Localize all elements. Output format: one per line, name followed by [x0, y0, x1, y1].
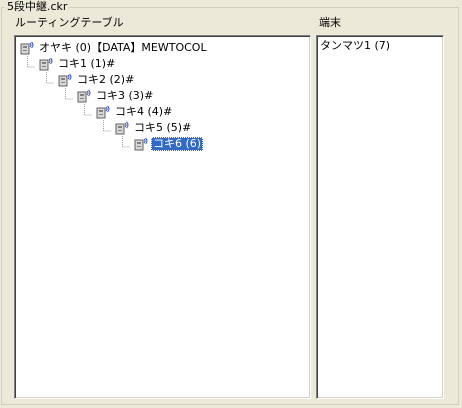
tree-node-label-selected: コキ6 (6): [151, 137, 204, 151]
tree-node-koki5[interactable]: コキ5 (5)#: [115, 120, 193, 136]
tree-node-oyaki[interactable]: オヤキ (0)【DATA】MEWTOCOL: [20, 40, 209, 56]
tree-node-koki1[interactable]: コキ1 (1)#: [39, 56, 117, 72]
network-node-icon: [39, 57, 53, 71]
tree-node-koki2[interactable]: コキ2 (2)#: [58, 72, 136, 88]
network-node-icon: [96, 105, 110, 119]
terminal-list[interactable]: タンマツ1 (7): [316, 35, 444, 399]
network-node-icon: [115, 121, 129, 135]
routing-table-label: ルーティングテーブル: [15, 16, 124, 29]
group-title: 5段中継.ckr: [5, 0, 70, 14]
dialog-frame: 5段中継.ckr ルーティングテーブル 端末 オヤキ (0)【DATA】MEWT…: [0, 0, 462, 408]
network-node-icon: [20, 41, 34, 55]
tree-node-label: コキ5 (5)#: [134, 121, 192, 134]
tree-node-label: コキ3 (3)#: [96, 89, 154, 102]
terminal-list-item[interactable]: タンマツ1 (7): [320, 39, 390, 53]
tree-node-koki4[interactable]: コキ4 (4)#: [96, 104, 174, 120]
network-node-icon: [134, 137, 148, 151]
terminal-label: 端末: [319, 16, 341, 29]
tree-node-label: オヤキ (0)【DATA】MEWTOCOL: [39, 41, 207, 54]
network-node-icon: [58, 73, 72, 87]
tree-node-label: コキ1 (1)#: [58, 57, 116, 70]
tree-node-koki6[interactable]: コキ6 (6): [134, 136, 204, 152]
routing-tree[interactable]: オヤキ (0)【DATA】MEWTOCOL コキ1 (1)# コキ2 (2)# …: [14, 35, 311, 399]
tree-node-koki3[interactable]: コキ3 (3)#: [77, 88, 155, 104]
tree-node-label: コキ2 (2)#: [77, 73, 135, 86]
network-node-icon: [77, 89, 91, 103]
tree-node-label: コキ4 (4)#: [115, 105, 173, 118]
